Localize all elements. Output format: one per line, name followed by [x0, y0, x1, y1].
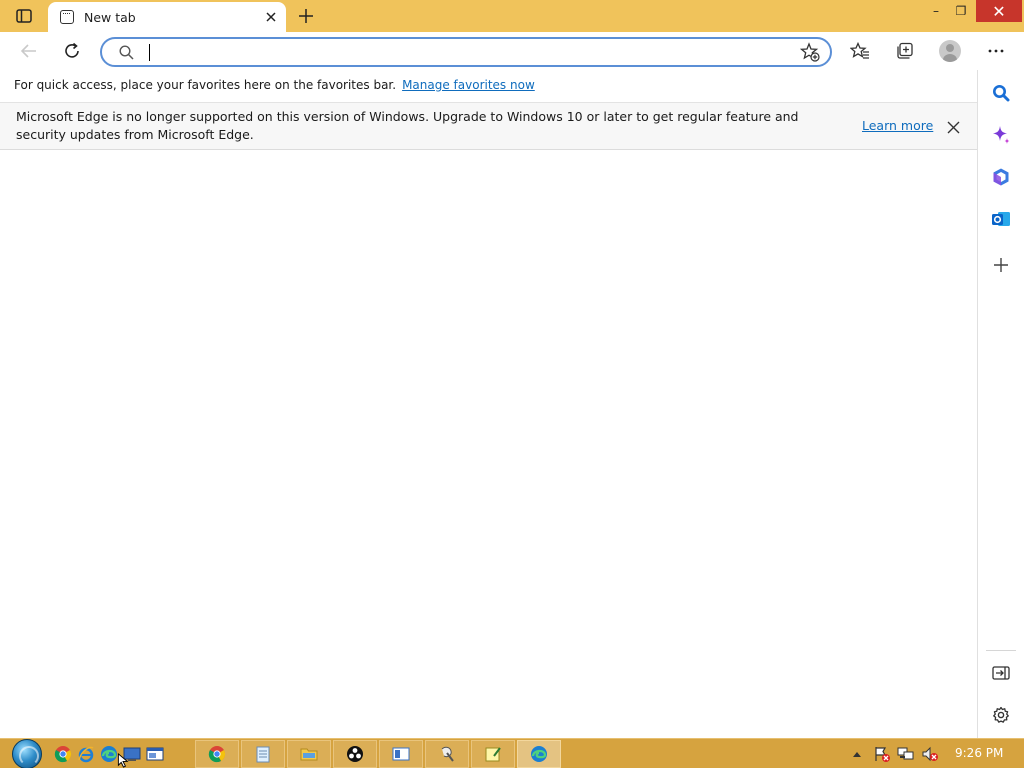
- manage-favorites-link[interactable]: Manage favorites now: [402, 78, 535, 92]
- taskbar-file-explorer[interactable]: [287, 740, 331, 768]
- learn-more-link[interactable]: Learn more: [862, 118, 933, 133]
- quicklaunch-internet-explorer[interactable]: [76, 744, 96, 764]
- action-center-flag-icon: [875, 747, 890, 762]
- edge-icon: [531, 746, 547, 762]
- sidebar-outlook-button[interactable]: [988, 206, 1014, 232]
- collections-button[interactable]: [890, 36, 920, 66]
- taskbar-sticky-notes[interactable]: [471, 740, 515, 768]
- add-favorite-button[interactable]: [798, 40, 822, 64]
- sidebar-search-button[interactable]: [988, 80, 1014, 106]
- text-caret: [149, 44, 150, 61]
- internet-explorer-icon: [78, 746, 94, 763]
- switch-windows-icon: [146, 747, 164, 761]
- page-content: [0, 150, 977, 738]
- quicklaunch-chrome[interactable]: [53, 744, 73, 764]
- tab-actions-button[interactable]: [12, 7, 36, 25]
- mouse-cursor-icon: [117, 753, 129, 768]
- minimize-button[interactable]: –: [925, 0, 947, 22]
- address-bar[interactable]: [100, 37, 832, 67]
- unsupported-os-infobar: Microsoft Edge is no longer supported on…: [0, 102, 977, 150]
- office-icon: [993, 168, 1009, 186]
- profile-button[interactable]: [935, 36, 965, 66]
- sticky-notes-icon: [485, 747, 501, 762]
- outlook-icon: [992, 212, 1010, 226]
- tab-actions-icon: [16, 9, 32, 23]
- volume-button[interactable]: [920, 745, 940, 763]
- infobar-close-button[interactable]: [942, 116, 964, 138]
- taskbar-notepad[interactable]: [241, 740, 285, 768]
- taskbar-app-window[interactable]: [379, 740, 423, 768]
- show-hidden-icons-button[interactable]: [850, 745, 864, 763]
- sidebar-divider: [986, 650, 1016, 651]
- taskbar-obs[interactable]: [333, 740, 377, 768]
- infobar-message: Microsoft Edge is no longer supported on…: [16, 109, 799, 142]
- sidebar-office-button[interactable]: [988, 164, 1014, 190]
- settings-and-more-button[interactable]: [981, 36, 1011, 66]
- chrome-icon: [208, 746, 226, 763]
- back-arrow-icon: [21, 44, 36, 58]
- refresh-button[interactable]: [57, 36, 87, 66]
- address-input[interactable]: [148, 42, 798, 62]
- notepad-icon: [256, 746, 270, 763]
- collections-icon: [897, 42, 913, 59]
- tab-title: New tab: [84, 9, 136, 25]
- quicklaunch-edge[interactable]: [99, 744, 119, 764]
- network-icon: [897, 747, 914, 760]
- network-button[interactable]: [896, 745, 916, 763]
- search-icon: [993, 85, 1010, 102]
- file-explorer-icon: [300, 748, 318, 761]
- tab-close-button[interactable]: [260, 6, 282, 28]
- restore-button[interactable]: ❐: [950, 0, 972, 22]
- favorites-bar-message: For quick access, place your favorites h…: [14, 78, 397, 92]
- navigation-toolbar: [0, 32, 1024, 70]
- new-tab-favicon-icon: [60, 10, 74, 24]
- favorites-star-icon: [850, 42, 869, 59]
- taskbar-chrome[interactable]: [195, 740, 239, 768]
- edge-sidebar: [977, 70, 1024, 738]
- avatar: [939, 40, 961, 62]
- favorites-button[interactable]: [845, 36, 875, 66]
- taskbar-paint[interactable]: [425, 740, 469, 768]
- chrome-icon: [54, 746, 72, 763]
- more-dots-icon: [988, 49, 1004, 53]
- chevron-up-icon: [853, 752, 861, 757]
- favorites-bar: For quick access, place your favorites h…: [0, 70, 977, 100]
- close-icon: [266, 12, 276, 22]
- star-add-icon: [800, 42, 820, 62]
- obs-icon: [347, 746, 363, 762]
- app-window-icon: [392, 747, 410, 761]
- sidebar-hide-button[interactable]: [988, 660, 1014, 686]
- start-button[interactable]: [9, 739, 45, 768]
- paint-icon: [441, 746, 454, 762]
- volume-muted-icon: [922, 746, 938, 762]
- search-icon: [118, 44, 134, 60]
- back-button[interactable]: [14, 36, 44, 66]
- close-icon: [947, 121, 959, 133]
- action-center-flag-button[interactable]: [872, 745, 892, 763]
- sidebar-add-button[interactable]: [988, 252, 1014, 278]
- sidebar-copilot-button[interactable]: [988, 122, 1014, 148]
- plus-icon: [299, 9, 313, 23]
- taskbar-clock[interactable]: 9:26 PM: [955, 746, 1003, 760]
- hide-sidebar-icon: [992, 666, 1010, 680]
- new-tab-button[interactable]: [294, 4, 318, 28]
- windows-taskbar: 9:26 PM: [0, 738, 1024, 768]
- sidebar-settings-button[interactable]: [988, 702, 1014, 728]
- close-window-button[interactable]: ✕: [976, 0, 1022, 22]
- quicklaunch-switch-windows[interactable]: [145, 744, 165, 764]
- edge-icon: [101, 746, 117, 762]
- taskbar-edge[interactable]: [517, 740, 561, 768]
- windows-orb-icon: [12, 739, 42, 768]
- title-bar: New tab – ❐ ✕: [0, 0, 1024, 32]
- tab-new-tab[interactable]: New tab: [48, 2, 286, 32]
- refresh-icon: [65, 42, 79, 58]
- gear-icon: [993, 706, 1009, 723]
- plus-icon: [994, 258, 1008, 272]
- sparkle-icon: [993, 126, 1010, 144]
